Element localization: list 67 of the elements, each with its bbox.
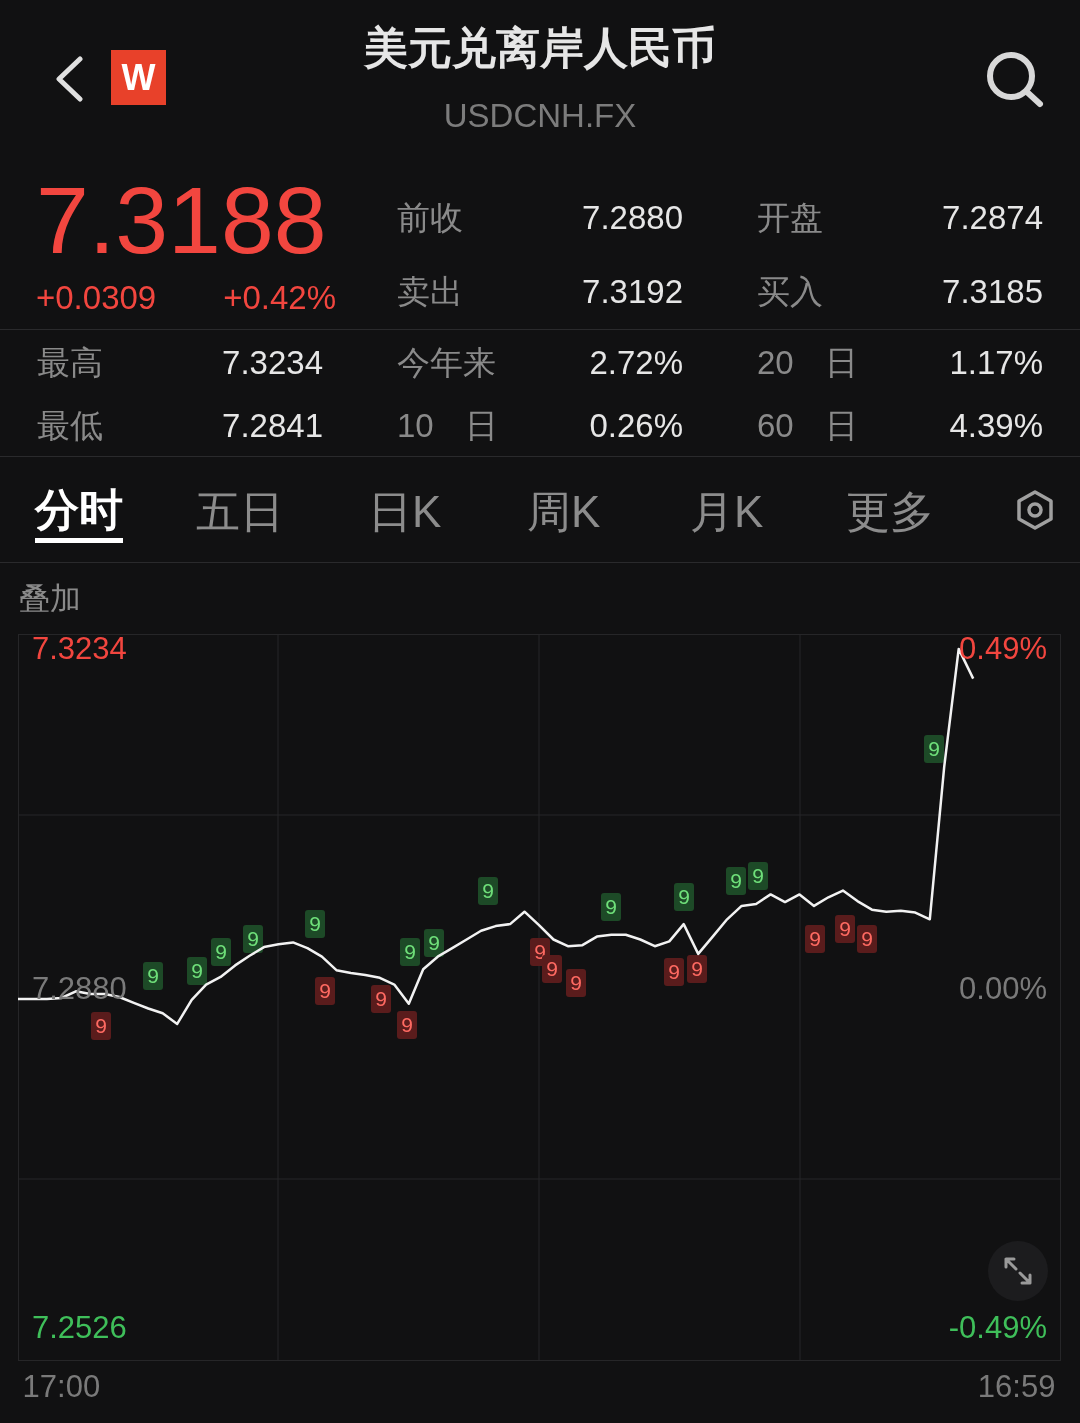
time-label: 16:59 [977,1369,1056,1404]
signal-badge: 9 [748,862,768,890]
signal-badge: 9 [243,925,263,953]
axis-label: 0.49% [959,631,1047,667]
stat-value: 7.2874 [941,198,1043,238]
signal-badge: 9 [371,985,391,1013]
stat-label: 60 日 [757,406,857,446]
chart-tab[interactable]: 日K [368,481,442,543]
search-icon[interactable] [985,50,1045,108]
signal-badge: 9 [305,910,325,938]
signal-badge: 9 [835,915,855,943]
axis-label: -0.49% [948,1310,1047,1346]
stat-value: 7.2841 [221,406,323,446]
stat-value: 2.72% [588,343,683,383]
signal-badge: 9 [726,867,746,895]
signal-badge: 9 [687,955,707,983]
chart-tab[interactable]: 周K [527,481,601,543]
signal-badge: 9 [397,1011,417,1039]
app-logo: W [111,50,166,105]
stat-value: 7.3192 [581,272,683,312]
stat-label: 开盘 [757,198,824,238]
chart-tab[interactable]: 月K [690,481,764,543]
stat-value: 7.2880 [581,198,683,238]
signal-badge: 9 [857,925,877,953]
settings-icon[interactable] [1016,490,1054,530]
signal-badge: 9 [211,938,231,966]
stat-label: 最低 [37,406,104,446]
time-label: 17:00 [22,1369,101,1404]
overlay-label: 叠加 [19,581,81,616]
signal-badge: 9 [674,883,694,911]
stat-value: 7.3185 [941,272,1043,312]
stat-label: 前收 [397,198,464,238]
signal-badge: 9 [91,1012,111,1040]
signal-badge: 9 [478,877,498,905]
signal-badge: 9 [187,957,207,985]
expand-button[interactable] [988,1241,1048,1301]
signal-badge: 9 [601,893,621,921]
chart-tab[interactable]: 更多 [846,481,934,543]
last-price: 7.3188 [36,172,328,268]
stat-value: 1.17% [948,343,1043,383]
stat-value: 0.26% [588,406,683,446]
signal-badge: 9 [424,929,444,957]
stat-label: 今年来 [397,343,497,383]
percent-change: +0.42% [223,278,336,318]
stat-label: 卖出 [397,272,464,312]
axis-label: 7.2526 [32,1310,127,1346]
symbol-code: USDCNH.FX [443,96,637,136]
signal-badge: 9 [805,925,825,953]
stat-label: 最高 [37,343,104,383]
stat-value: 4.39% [948,406,1043,446]
signal-badge: 9 [924,735,944,763]
signal-badge: 9 [566,969,586,997]
chart-tab[interactable]: 五日 [196,481,284,543]
stat-label: 10 日 [397,406,497,446]
signal-badge: 9 [400,938,420,966]
signal-badge: 9 [315,977,335,1005]
stat-label: 买入 [757,272,824,312]
chart-tab[interactable]: 分时 [35,481,123,543]
price-change: +0.0309 [36,278,157,318]
axis-label: 0.00% [959,970,1047,1006]
signal-badge: 9 [143,962,163,990]
stat-label: 20 日 [757,343,857,383]
axis-label: 7.3234 [32,631,127,667]
signal-badge: 9 [664,958,684,986]
stat-value: 7.3234 [221,343,323,383]
page-title: 美元兑离岸人民币 [364,22,716,74]
back-icon[interactable] [54,56,84,102]
